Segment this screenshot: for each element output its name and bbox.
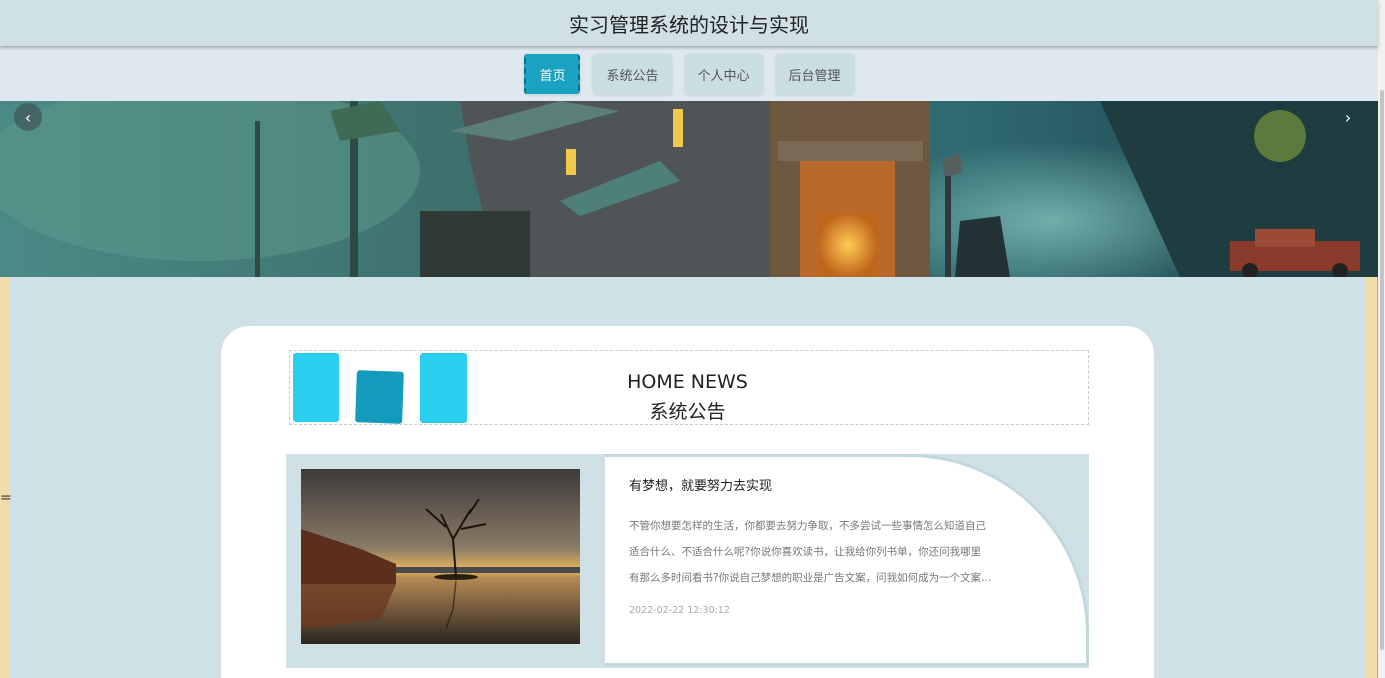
drag-handle-icon[interactable]: = [0, 490, 12, 506]
news-desc-line: 不管你想要怎样的生活，你都要去努力争取，不多尝试一些事情怎么知道自己 [629, 520, 986, 532]
news-thumbnail[interactable] [301, 469, 580, 644]
nav-item-label: 首页 [539, 68, 566, 84]
nav-item-personal-center[interactable]: 个人中心 [684, 54, 763, 94]
news-desc-line: 适合什么、不适合什么呢?你说你喜欢读书，让我给你列书单，你还问我哪里 [629, 546, 982, 558]
news-desc-line: 有那么多时间看书?你说自己梦想的职业是广告文案，问我如何成为一个文案... [629, 572, 992, 584]
lake-tree-image [301, 469, 580, 644]
nav-item-label: 后台管理 [788, 68, 841, 84]
chevron-left-icon: ‹ [24, 107, 32, 127]
news-item-date: 2022-02-22 12:30:12 [629, 605, 730, 616]
news-content: 有梦想，就要努力去实现 不管你想要怎样的生活，你都要去努力争取，不多尝试一些事情… [605, 454, 1089, 666]
news-item-description: 不管你想要怎样的生活，你都要去努力争取，不多尝试一些事情怎么知道自己 适合什么、… [629, 513, 1019, 591]
news-heading-en: HOME NEWS [627, 371, 748, 393]
nav-item-announcements[interactable]: 系统公告 [593, 54, 672, 94]
news-item-title[interactable]: 有梦想，就要努力去实现 [629, 475, 772, 494]
right-gutter-divider [1377, 277, 1378, 678]
main-nav: 首页 系统公告 个人中心 后台管理 [0, 47, 1378, 101]
chevron-right-icon: › [1344, 107, 1352, 127]
banner-prev-button[interactable]: ‹ [14, 103, 42, 131]
app-header: 实习管理系统的设计与实现 [0, 0, 1378, 46]
right-gutter [1366, 277, 1377, 678]
nav-item-label: 个人中心 [697, 68, 750, 84]
left-gutter [0, 277, 10, 678]
nav-item-home[interactable]: 首页 [524, 54, 581, 94]
banner-carousel[interactable]: ‹ › [0, 101, 1378, 277]
scrollbar-thumb[interactable] [1380, 90, 1384, 650]
news-list-item[interactable]: 有梦想，就要努力去实现 不管你想要怎样的生活，你都要去努力争取，不多尝试一些事情… [286, 454, 1089, 668]
nav-item-label: 系统公告 [606, 68, 659, 84]
app-title: 实习管理系统的设计与实现 [569, 12, 809, 37]
banner-next-button[interactable]: › [1334, 103, 1362, 131]
nav-item-admin[interactable]: 后台管理 [775, 54, 854, 94]
banner-image [0, 101, 1378, 277]
news-heading-cn[interactable]: 系统公告 [290, 397, 1085, 424]
